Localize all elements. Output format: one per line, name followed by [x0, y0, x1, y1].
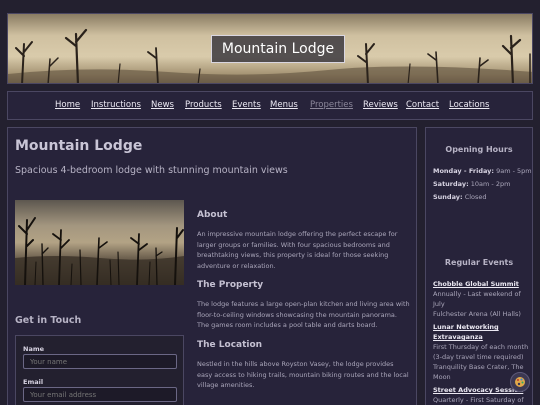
- name-label: Name: [23, 345, 45, 353]
- opening-hours-heading: Opening Hours: [445, 145, 513, 154]
- name-input[interactable]: [23, 354, 177, 369]
- main-nav: Home Instructions News Products Events M…: [7, 91, 533, 120]
- nav-link-locations[interactable]: Locations: [449, 100, 489, 110]
- nav-link-news[interactable]: News: [151, 100, 174, 110]
- event-link[interactable]: Lunar Networking Extravaganza: [433, 322, 529, 342]
- nav-link-reviews[interactable]: Reviews: [363, 100, 398, 110]
- contact-form: Name Email: [15, 335, 184, 405]
- nav-link-products[interactable]: Products: [185, 100, 222, 110]
- nav-link-properties[interactable]: Properties: [310, 100, 353, 110]
- palette-icon: [515, 377, 525, 387]
- email-input[interactable]: [23, 387, 177, 402]
- theme-toggle-button[interactable]: [510, 372, 530, 392]
- nav-link-home[interactable]: Home: [55, 100, 80, 110]
- nav-link-menus[interactable]: Menus: [270, 100, 298, 110]
- event-link[interactable]: Chobble Global Summit: [433, 279, 529, 289]
- hours-time: Closed: [464, 193, 487, 201]
- hours-days: Saturday:: [433, 180, 469, 188]
- page-title: Mountain Lodge: [15, 138, 143, 154]
- section-heading-property: The Property: [197, 280, 264, 290]
- hours-days: Sunday:: [433, 193, 463, 201]
- hours-row: Saturday: 10am - 2pm: [433, 180, 510, 188]
- hours-days: Monday - Friday:: [433, 167, 494, 175]
- regular-events-heading: Regular Events: [444, 258, 514, 267]
- section-body-about: An impressive mountain lodge offering th…: [197, 230, 398, 270]
- nav-link-events[interactable]: Events: [232, 100, 261, 110]
- event-when: Quarterly - First Saturday of: [433, 396, 524, 404]
- header-banner: Mountain Lodge: [7, 13, 533, 84]
- hours-row: Monday - Friday: 9am - 5pm: [433, 167, 532, 175]
- section-heading-location: The Location: [197, 340, 263, 350]
- event-where: Fulchester Arena (All Halls): [433, 310, 521, 318]
- event-when: Annually - Last weekend of July: [433, 290, 521, 308]
- hours-time: 10am - 2pm: [470, 180, 511, 188]
- email-label: Email: [23, 378, 44, 386]
- page-subtitle: Spacious 4-bedroom lodge with stunning m…: [15, 165, 288, 176]
- contact-heading: Get in Touch: [15, 315, 82, 326]
- main-content: Mountain Lodge Spacious 4-bedroom lodge …: [7, 127, 417, 405]
- section-body-property: The lodge features a large open-plan kit…: [197, 300, 410, 329]
- sidebar: Opening Hours Monday - Friday: 9am - 5pm…: [425, 127, 533, 405]
- site-title: Mountain Lodge: [211, 35, 345, 63]
- event-when: First Thursday of each month (3-day trav…: [433, 343, 529, 361]
- property-photo: [15, 200, 184, 285]
- hours-time: 9am - 5pm: [496, 167, 532, 175]
- section-body-location: Nestled in the hills above Royston Vasey…: [197, 360, 409, 389]
- nav-link-contact[interactable]: Contact: [406, 100, 439, 110]
- nav-link-instructions[interactable]: Instructions: [91, 100, 141, 110]
- section-heading-about: About: [197, 210, 228, 220]
- hours-row: Sunday: Closed: [433, 193, 487, 201]
